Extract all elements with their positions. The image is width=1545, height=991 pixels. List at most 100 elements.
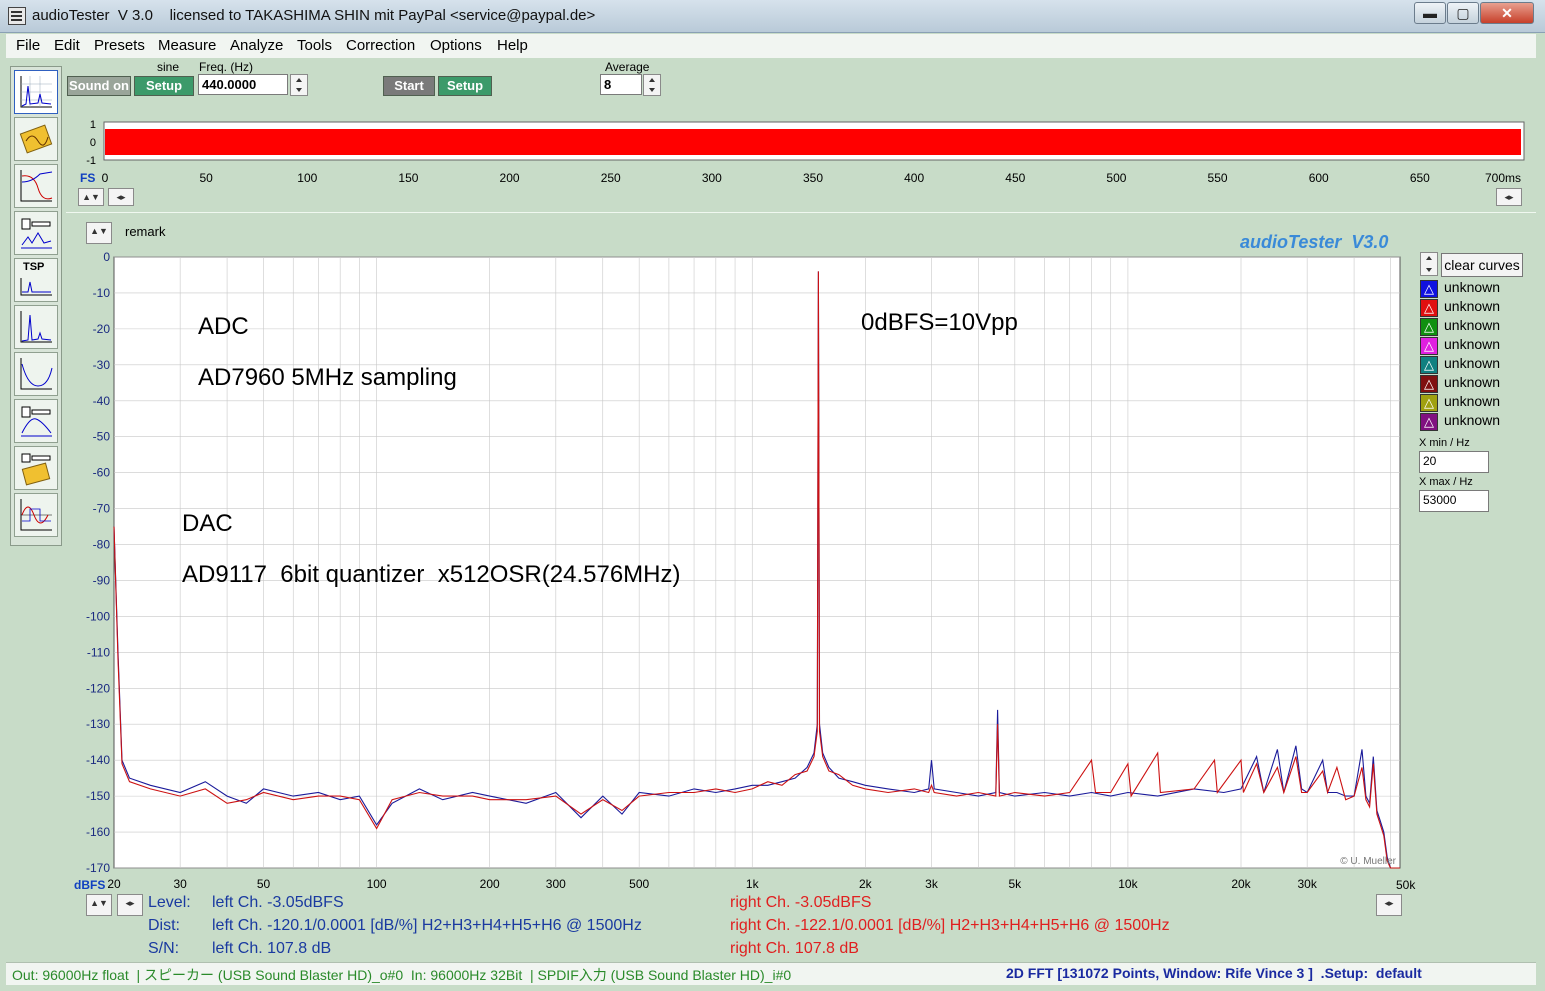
scope-xtick: 550 bbox=[1208, 171, 1228, 185]
x-min-input[interactable]: 20 bbox=[1419, 451, 1489, 473]
fft-icon[interactable] bbox=[14, 70, 58, 114]
app-icon bbox=[8, 7, 26, 25]
scope-scroll-stepper[interactable]: ◂▸ bbox=[108, 188, 134, 206]
legend-item[interactable]: △ unknown bbox=[1420, 298, 1530, 317]
annotation-dac: DAC bbox=[182, 510, 233, 537]
freq-stepper[interactable] bbox=[290, 74, 308, 96]
menu-analyze[interactable]: Analyze bbox=[230, 37, 283, 54]
legend-label: unknown bbox=[1444, 298, 1501, 314]
speaker-icon[interactable] bbox=[14, 446, 58, 490]
y-tick-label: 0 bbox=[103, 250, 110, 264]
sweep-icon[interactable] bbox=[14, 117, 58, 161]
average-stepper[interactable] bbox=[643, 74, 661, 96]
menu-options[interactable]: Options bbox=[430, 37, 482, 54]
annotation-adc-chip: AD7960 5MHz sampling bbox=[198, 364, 457, 391]
average-input[interactable]: 8 bbox=[600, 74, 642, 95]
scope-xtick: 350 bbox=[803, 171, 823, 185]
legend-swatch[interactable]: △ bbox=[1420, 356, 1438, 374]
y-tick-label: -150 bbox=[86, 789, 110, 803]
freq-label: Freq. (Hz) bbox=[199, 60, 253, 74]
scope-ytick: 1 bbox=[90, 119, 96, 131]
sound-on-button[interactable]: Sound on bbox=[67, 76, 131, 96]
x-tick-label: 200 bbox=[480, 877, 500, 891]
annotation-ref-level: 0dBFS=10Vpp bbox=[861, 309, 1018, 336]
y-tick-label: -140 bbox=[86, 753, 110, 767]
curve-icon[interactable] bbox=[14, 352, 58, 396]
y-tick-label: -110 bbox=[87, 645, 110, 659]
level-icon[interactable] bbox=[14, 211, 58, 255]
scope-xtick: 0 bbox=[102, 171, 109, 185]
legend-swatch[interactable]: △ bbox=[1420, 299, 1438, 317]
menu-tools[interactable]: Tools bbox=[297, 37, 332, 54]
bode-icon[interactable] bbox=[14, 164, 58, 208]
x-max-input[interactable]: 53000 bbox=[1419, 490, 1489, 512]
legend-item[interactable]: △ unknown bbox=[1420, 317, 1530, 336]
y-tick-label: -40 bbox=[93, 394, 111, 408]
plot-right-scroll[interactable]: ◂▸ bbox=[1376, 894, 1402, 916]
freq-input[interactable]: 440.0000 bbox=[198, 74, 288, 95]
y-tick-label: -130 bbox=[86, 717, 110, 731]
scope-xtick: 150 bbox=[398, 171, 418, 185]
scope-xtick: 100 bbox=[297, 171, 317, 185]
annotation-dac-chip: AD9117 6bit quantizer x512OSR(24.576MHz) bbox=[182, 561, 681, 588]
status-io: Out: 96000Hz float | スピーカー (USB Sound Bl… bbox=[12, 967, 792, 983]
menu-help[interactable]: Help bbox=[497, 37, 528, 54]
y-tick-label: -60 bbox=[93, 466, 111, 480]
right-sn: right Ch. 107.8 dB bbox=[730, 940, 859, 957]
watermark: © U. Mueller bbox=[1340, 856, 1396, 867]
legend-swatch[interactable]: △ bbox=[1420, 375, 1438, 393]
legend-item[interactable]: △ unknown bbox=[1420, 374, 1530, 393]
legend-stepper[interactable] bbox=[1420, 252, 1438, 276]
scope-xtick: 200 bbox=[500, 171, 520, 185]
wave-icon[interactable] bbox=[14, 493, 58, 537]
filter-icon[interactable] bbox=[14, 399, 58, 443]
x-tick-label: 50 bbox=[257, 877, 271, 891]
legend-swatch[interactable]: △ bbox=[1420, 280, 1438, 298]
spectrum-icon[interactable] bbox=[14, 305, 58, 349]
legend-item[interactable]: △ unknown bbox=[1420, 412, 1530, 431]
legend-swatch[interactable]: △ bbox=[1420, 413, 1438, 431]
title-bar: audioTester V 3.0 licensed to TAKASHIMA … bbox=[0, 0, 1545, 33]
y-tick-label: -120 bbox=[86, 681, 110, 695]
menu-measure[interactable]: Measure bbox=[158, 37, 216, 54]
plot-vzoom-stepper[interactable]: ▲▼ bbox=[86, 894, 112, 916]
measure-setup-button[interactable]: Setup bbox=[438, 76, 492, 96]
menu-edit[interactable]: Edit bbox=[54, 37, 80, 54]
y-tick-label: -50 bbox=[93, 430, 111, 444]
scope-right-scroll[interactable]: ◂▸ bbox=[1496, 188, 1522, 206]
menu-presets[interactable]: Presets bbox=[94, 37, 145, 54]
generator-setup-button[interactable]: Setup bbox=[134, 76, 194, 96]
menu-file[interactable]: File bbox=[16, 37, 40, 54]
minimize-button[interactable]: ▬ bbox=[1414, 2, 1446, 24]
dist-label: Dist: bbox=[148, 917, 180, 934]
legend-label: unknown bbox=[1444, 336, 1501, 352]
status-bar: Out: 96000Hz float | スピーカー (USB Sound Bl… bbox=[6, 962, 1536, 985]
legend-item[interactable]: △ unknown bbox=[1420, 336, 1530, 355]
clear-curves-button[interactable]: clear curves bbox=[1441, 253, 1523, 277]
x-tick-label: 1k bbox=[746, 877, 760, 891]
remark-label[interactable]: remark bbox=[125, 224, 165, 239]
annotation-adc: ADC bbox=[198, 313, 249, 340]
legend-swatch[interactable]: △ bbox=[1420, 337, 1438, 355]
right-dist: right Ch. -122.1/0.0001 [dB/%] H2+H3+H4+… bbox=[730, 917, 1170, 934]
left-dist: left Ch. -120.1/0.0001 [dB/%] H2+H3+H4+H… bbox=[212, 917, 642, 934]
y-tick-label: -70 bbox=[93, 502, 111, 516]
x-tick-label: 2k bbox=[859, 877, 873, 891]
x-min-label: X min / Hz bbox=[1419, 437, 1470, 449]
menu-correction[interactable]: Correction bbox=[346, 37, 415, 54]
legend-item[interactable]: △ unknown bbox=[1420, 393, 1530, 412]
scope-xtick: 650 bbox=[1410, 171, 1430, 185]
legend-swatch[interactable]: △ bbox=[1420, 318, 1438, 336]
close-button[interactable]: ✕ bbox=[1480, 2, 1534, 24]
legend-item[interactable]: △ unknown bbox=[1420, 279, 1530, 298]
legend-label: unknown bbox=[1444, 279, 1501, 295]
scope-vzoom-stepper[interactable]: ▲▼ bbox=[78, 188, 104, 206]
start-button[interactable]: Start bbox=[383, 76, 435, 96]
legend-swatch[interactable]: △ bbox=[1420, 394, 1438, 412]
maximize-button[interactable]: ▢ bbox=[1447, 2, 1479, 24]
scope-fs-label: FS bbox=[80, 171, 95, 185]
legend-item[interactable]: △ unknown bbox=[1420, 355, 1530, 374]
plot-scroll-stepper[interactable]: ◂▸ bbox=[117, 894, 143, 916]
legend-label: unknown bbox=[1444, 393, 1501, 409]
tsp-icon[interactable]: TSP bbox=[14, 258, 58, 302]
